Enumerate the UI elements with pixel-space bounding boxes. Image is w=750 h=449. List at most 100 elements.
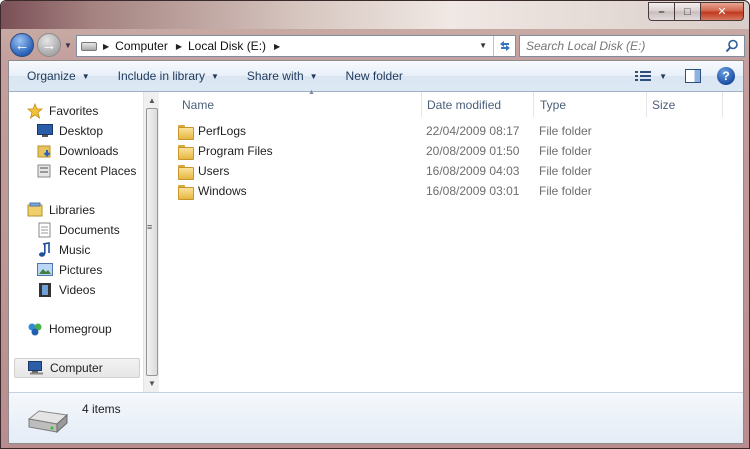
sidebar-item-homegroup[interactable]: Homegroup: [27, 319, 112, 339]
folder-icon: [178, 164, 194, 180]
file-name: Users: [198, 164, 230, 178]
sidebar-label: Desktop: [59, 124, 104, 138]
desktop-icon: [37, 123, 53, 139]
sidebar-item-favorites[interactable]: Favorites: [27, 101, 98, 121]
sidebar-item-desktop[interactable]: Desktop: [37, 121, 103, 141]
table-row[interactable]: Program Files 20/08/2009 01:50 File fold…: [160, 141, 743, 161]
table-row[interactable]: PerfLogs 22/04/2009 08:17 File folder: [160, 121, 743, 141]
recent-places-icon: [37, 163, 53, 179]
date-cell: 16/08/2009 03:01: [426, 184, 520, 198]
view-options-dropdown[interactable]: ▼: [659, 72, 667, 81]
sidebar-label: Pictures: [59, 263, 103, 277]
sidebar-item-recent-places[interactable]: Recent Places: [37, 161, 136, 181]
navigation-pane: Favorites Desktop Downloads Recent Place…: [9, 92, 142, 392]
column-label: Date modified: [427, 97, 502, 112]
sidebar-item-libraries[interactable]: Libraries: [27, 200, 95, 220]
folder-icon: [178, 144, 194, 160]
column-label: Type: [540, 97, 567, 112]
videos-icon: [37, 282, 53, 298]
chevron-down-icon: ▼: [211, 71, 219, 81]
share-with-label: Share with: [246, 69, 304, 83]
table-row[interactable]: Users 16/08/2009 04:03 File folder: [160, 161, 743, 181]
address-bar[interactable]: ▶ Computer ▶ Local Disk (E:) ▶ ▼: [76, 35, 516, 57]
command-bar: Organize ▼ Include in library ▼ Share wi…: [9, 61, 743, 92]
back-arrow-icon: ←: [14, 36, 30, 54]
scroll-down-icon[interactable]: ▼: [148, 379, 156, 388]
column-label: Size: [652, 97, 676, 112]
new-folder-label: New folder: [345, 69, 403, 83]
sidebar-item-downloads[interactable]: Downloads: [37, 141, 118, 161]
breadcrumb-local-disk[interactable]: Local Disk (E:): [188, 39, 266, 53]
change-view-icon[interactable]: [635, 70, 652, 82]
search-icon[interactable]: [725, 39, 739, 53]
refresh-icon: [499, 41, 510, 51]
navigation-scrollbar[interactable]: ▲ ≡ ▼: [143, 92, 159, 392]
scroll-up-icon[interactable]: ▲: [148, 96, 156, 105]
forward-button[interactable]: →: [37, 33, 61, 57]
breadcrumb-computer[interactable]: Computer: [115, 39, 168, 53]
organize-button[interactable]: Organize ▼: [27, 69, 90, 83]
navigation-bar: ← → ▼ ▶ Computer ▶ Local Disk (E:) ▶ ▼: [8, 31, 745, 59]
close-button[interactable]: ✕: [700, 2, 744, 21]
column-header-size[interactable]: Size: [646, 92, 723, 117]
search-box[interactable]: [519, 35, 745, 57]
back-button[interactable]: ←: [10, 33, 34, 57]
sidebar-label: Documents: [59, 223, 120, 237]
include-in-library-button[interactable]: Include in library ▼: [118, 69, 219, 83]
file-name-cell[interactable]: Windows: [178, 181, 247, 201]
sidebar-item-computer[interactable]: Computer: [14, 358, 140, 378]
search-input[interactable]: [526, 39, 716, 53]
file-name: PerfLogs: [198, 124, 247, 138]
sidebar-label: Libraries: [49, 203, 96, 217]
homegroup-icon: [27, 321, 43, 337]
sidebar-label: Favorites: [49, 104, 99, 118]
address-history-dropdown[interactable]: ▼: [479, 41, 487, 50]
chevron-right-icon[interactable]: ▶: [274, 42, 280, 51]
folder-icon: [178, 124, 194, 140]
scrollbar-thumb[interactable]: [146, 108, 158, 376]
file-name-cell[interactable]: Users: [178, 161, 229, 181]
computer-icon: [28, 360, 44, 376]
sort-ascending-icon: ▲: [308, 89, 315, 96]
title-bar[interactable]: [1, 1, 749, 29]
minimize-button[interactable]: –: [648, 2, 674, 21]
column-header-name[interactable]: ▲ Name: [176, 89, 422, 117]
drive-icon: [81, 41, 97, 51]
column-header-date-modified[interactable]: Date modified: [421, 92, 534, 117]
date-cell: 16/08/2009 04:03: [426, 164, 520, 178]
file-name-cell[interactable]: PerfLogs: [178, 121, 246, 141]
chevron-right-icon[interactable]: ▶: [176, 42, 182, 51]
file-name-cell[interactable]: Program Files: [178, 141, 273, 161]
pictures-icon: [37, 262, 53, 278]
chevron-right-icon[interactable]: ▶: [103, 42, 109, 51]
hard-drive-icon: [27, 410, 69, 434]
include-in-library-label: Include in library: [117, 69, 205, 83]
documents-icon: [37, 222, 53, 238]
chevron-down-icon: ▼: [81, 71, 90, 81]
type-cell: File folder: [539, 184, 592, 198]
help-icon[interactable]: ?: [717, 67, 735, 85]
organize-label: Organize: [27, 69, 76, 83]
sidebar-item-music[interactable]: Music: [37, 240, 90, 260]
sidebar-item-documents[interactable]: Documents: [37, 220, 120, 240]
folder-icon: [178, 184, 194, 200]
sidebar-item-pictures[interactable]: Pictures: [37, 260, 102, 280]
type-cell: File folder: [539, 124, 592, 138]
sidebar-label: Music: [59, 243, 91, 257]
forward-arrow-icon: →: [41, 36, 57, 54]
table-row[interactable]: Windows 16/08/2009 03:01 File folder: [160, 181, 743, 201]
preview-pane-icon[interactable]: [685, 69, 701, 83]
sidebar-item-videos[interactable]: Videos: [37, 280, 95, 300]
view-controls: ▼ ?: [635, 67, 735, 85]
refresh-button[interactable]: [493, 36, 515, 56]
sidebar-label: Videos: [59, 283, 96, 297]
downloads-folder-icon: [37, 143, 53, 159]
recent-pages-dropdown[interactable]: ▼: [64, 41, 72, 50]
file-name: Windows: [198, 184, 247, 198]
share-with-button[interactable]: Share with ▼: [247, 69, 318, 83]
date-cell: 20/08/2009 01:50: [426, 144, 520, 158]
type-cell: File folder: [539, 144, 592, 158]
maximize-button[interactable]: □: [674, 2, 700, 21]
new-folder-button[interactable]: New folder: [346, 69, 403, 83]
column-header-type[interactable]: Type: [534, 92, 647, 117]
